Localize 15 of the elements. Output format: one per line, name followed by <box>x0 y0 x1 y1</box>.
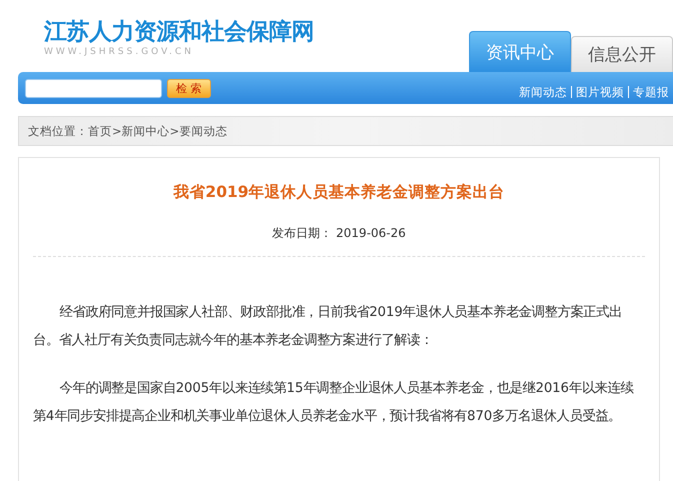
article-paragraph: 经省政府同意并报国家人社部、财政部批准，日前我省2019年退休人员基本养老金调整方案正式出台。省人社厅有关负责同志就今年的基本养老金调整方案进行了解读： <box>33 304 623 350</box>
nav-link[interactable]: 图片视频 <box>571 86 628 98</box>
breadcrumb: 文档位置：首页>新闻中心>要闻动态 <box>28 124 228 138</box>
site-title: 江苏人力资源和社会保障网 <box>44 18 314 46</box>
nav-link[interactable]: 新闻动态 <box>515 86 571 98</box>
search-button[interactable]: 检 索 <box>167 78 210 98</box>
date-label: 发布日期： <box>272 226 332 240</box>
nav-tab[interactable]: 信息公开 <box>571 36 673 72</box>
publish-date: 2019-06-26 <box>336 226 406 240</box>
search-field[interactable] <box>25 78 162 98</box>
nav-tab[interactable]: 资讯中心 <box>469 31 571 72</box>
nav-link[interactable]: 专题报 <box>628 86 673 98</box>
article-title: 我省2019年退休人员基本养老金调整方案出台 <box>172 182 506 203</box>
article-paragraph: 今年的调整是国家自2005年以来连续第15年调整企业退休人员基本养老金，也是继2016年以来连续第4年同步安排提高企业和机关事业单位退休人员养老金水平，预计我省将有870多万名退休人员受益。 <box>33 380 634 426</box>
site-url: WWW.JSHRSS.GOV.CN <box>44 46 195 58</box>
